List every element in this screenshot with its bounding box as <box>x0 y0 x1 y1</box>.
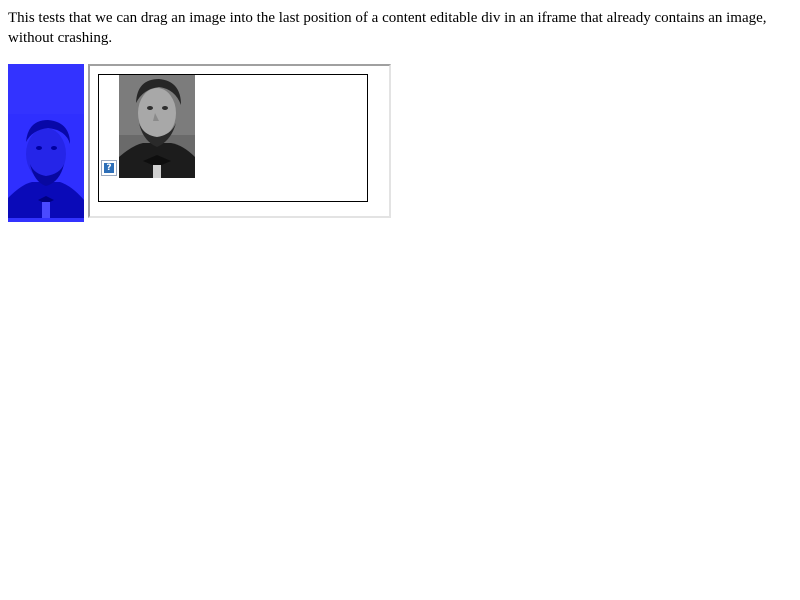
portrait-image[interactable] <box>119 75 195 178</box>
draggable-image[interactable] <box>8 64 84 222</box>
portrait-icon <box>8 114 84 218</box>
test-description: This tests that we can drag an image int… <box>8 10 767 46</box>
content-editable-div[interactable]: ? <box>98 74 368 202</box>
broken-image-icon: ? <box>101 160 117 176</box>
iframe[interactable]: ? <box>88 64 391 218</box>
